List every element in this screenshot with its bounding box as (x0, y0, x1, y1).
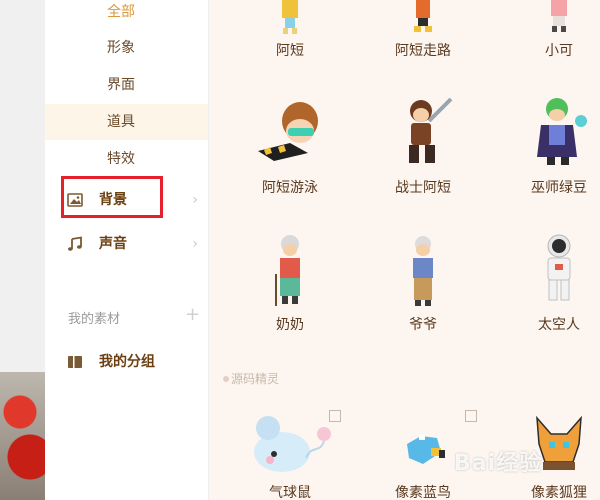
background-app-strip (0, 0, 45, 500)
sprite-name: 战士阿短 (395, 180, 451, 196)
sprite-thumbnail (551, 0, 567, 32)
sprite-name: 气球鼠 (269, 485, 311, 500)
sidebar-item-my-groups[interactable]: 我的分组 (45, 344, 208, 380)
sidebar-item-sound[interactable]: 声音 › (45, 226, 208, 262)
sprite-thumbnail (414, 0, 432, 32)
sprite-name: 太空人 (538, 317, 580, 333)
material-sidebar: 全部 形象 界面 道具 特效 背景 › 声音 › 我的素材 + 我的分组 (45, 0, 209, 500)
sprite-card[interactable]: 气球鼠 (230, 414, 350, 500)
sprite-name: 阿短 (276, 43, 304, 59)
sidebar-sub-item-character[interactable]: 形象 (45, 30, 208, 66)
sprite-name: 像素狐狸 (531, 485, 587, 500)
background-app-art (0, 372, 45, 500)
chevron-right-icon: › (192, 192, 198, 208)
sprite-thumbnail (282, 0, 298, 34)
sidebar-sub-item-all[interactable]: 全部 (45, 0, 208, 30)
sprite-thumbnail (547, 234, 571, 301)
sidebar-sub-item-effects[interactable]: 特效 (45, 141, 208, 177)
sprite-card[interactable]: 阿短 (230, 0, 350, 70)
folder-book-icon (68, 356, 82, 368)
sidebar-sub-item-props[interactable]: 道具 (45, 104, 208, 140)
sprite-name: 像素蓝鸟 (395, 485, 451, 500)
sprite-card[interactable]: 阿短走路 (363, 0, 483, 70)
highlight-annotation-box (61, 176, 163, 218)
sprite-card[interactable]: 战士阿短 (363, 95, 483, 196)
sprite-thumbnail (413, 236, 433, 306)
sidebar-sub-item-interface[interactable]: 界面 (45, 67, 208, 103)
sprite-card[interactable]: 爷爷 (363, 234, 483, 333)
sprite-name: 小可 (545, 43, 573, 59)
sprite-thumbnail (258, 102, 318, 161)
sprite-thumbnail (537, 98, 587, 165)
chevron-right-icon: › (192, 236, 198, 252)
sidebar-item-my-groups-label: 我的分组 (99, 354, 155, 370)
watermark-logo: Bai经验 (454, 451, 543, 476)
add-material-icon[interactable]: + (185, 304, 200, 325)
sprite-card[interactable]: 阿短游泳 (230, 95, 350, 196)
sidebar-item-sound-label: 声音 (99, 236, 127, 252)
my-material-heading: 我的素材 (68, 312, 121, 327)
sprite-thumbnail (275, 235, 300, 306)
sprite-card[interactable]: 奶奶 (230, 234, 350, 333)
section-title: 源码精灵 (231, 372, 280, 386)
sprite-name: 阿短游泳 (262, 180, 318, 196)
sprite-card[interactable]: 太空人 (499, 234, 600, 333)
sprite-name: 巫师绿豆 (531, 180, 587, 196)
sprite-thumbnail (409, 97, 453, 163)
sprite-card[interactable]: 巫师绿豆 (499, 95, 600, 196)
section-dot (223, 376, 229, 382)
sprite-card[interactable]: 小可 (499, 0, 600, 70)
music-note-icon (68, 236, 82, 251)
sprite-name: 爷爷 (409, 317, 437, 333)
material-grid: 阿短 阿短走路 小可 阿短游泳 战士阿短 巫师绿豆 奶奶 爷爷 太空人 源码精灵… (209, 0, 600, 500)
sprite-name: 奶奶 (276, 317, 304, 333)
sprite-thumbnail (407, 434, 445, 464)
sprite-name: 阿短走路 (395, 43, 451, 59)
sprite-thumbnail (254, 416, 331, 472)
